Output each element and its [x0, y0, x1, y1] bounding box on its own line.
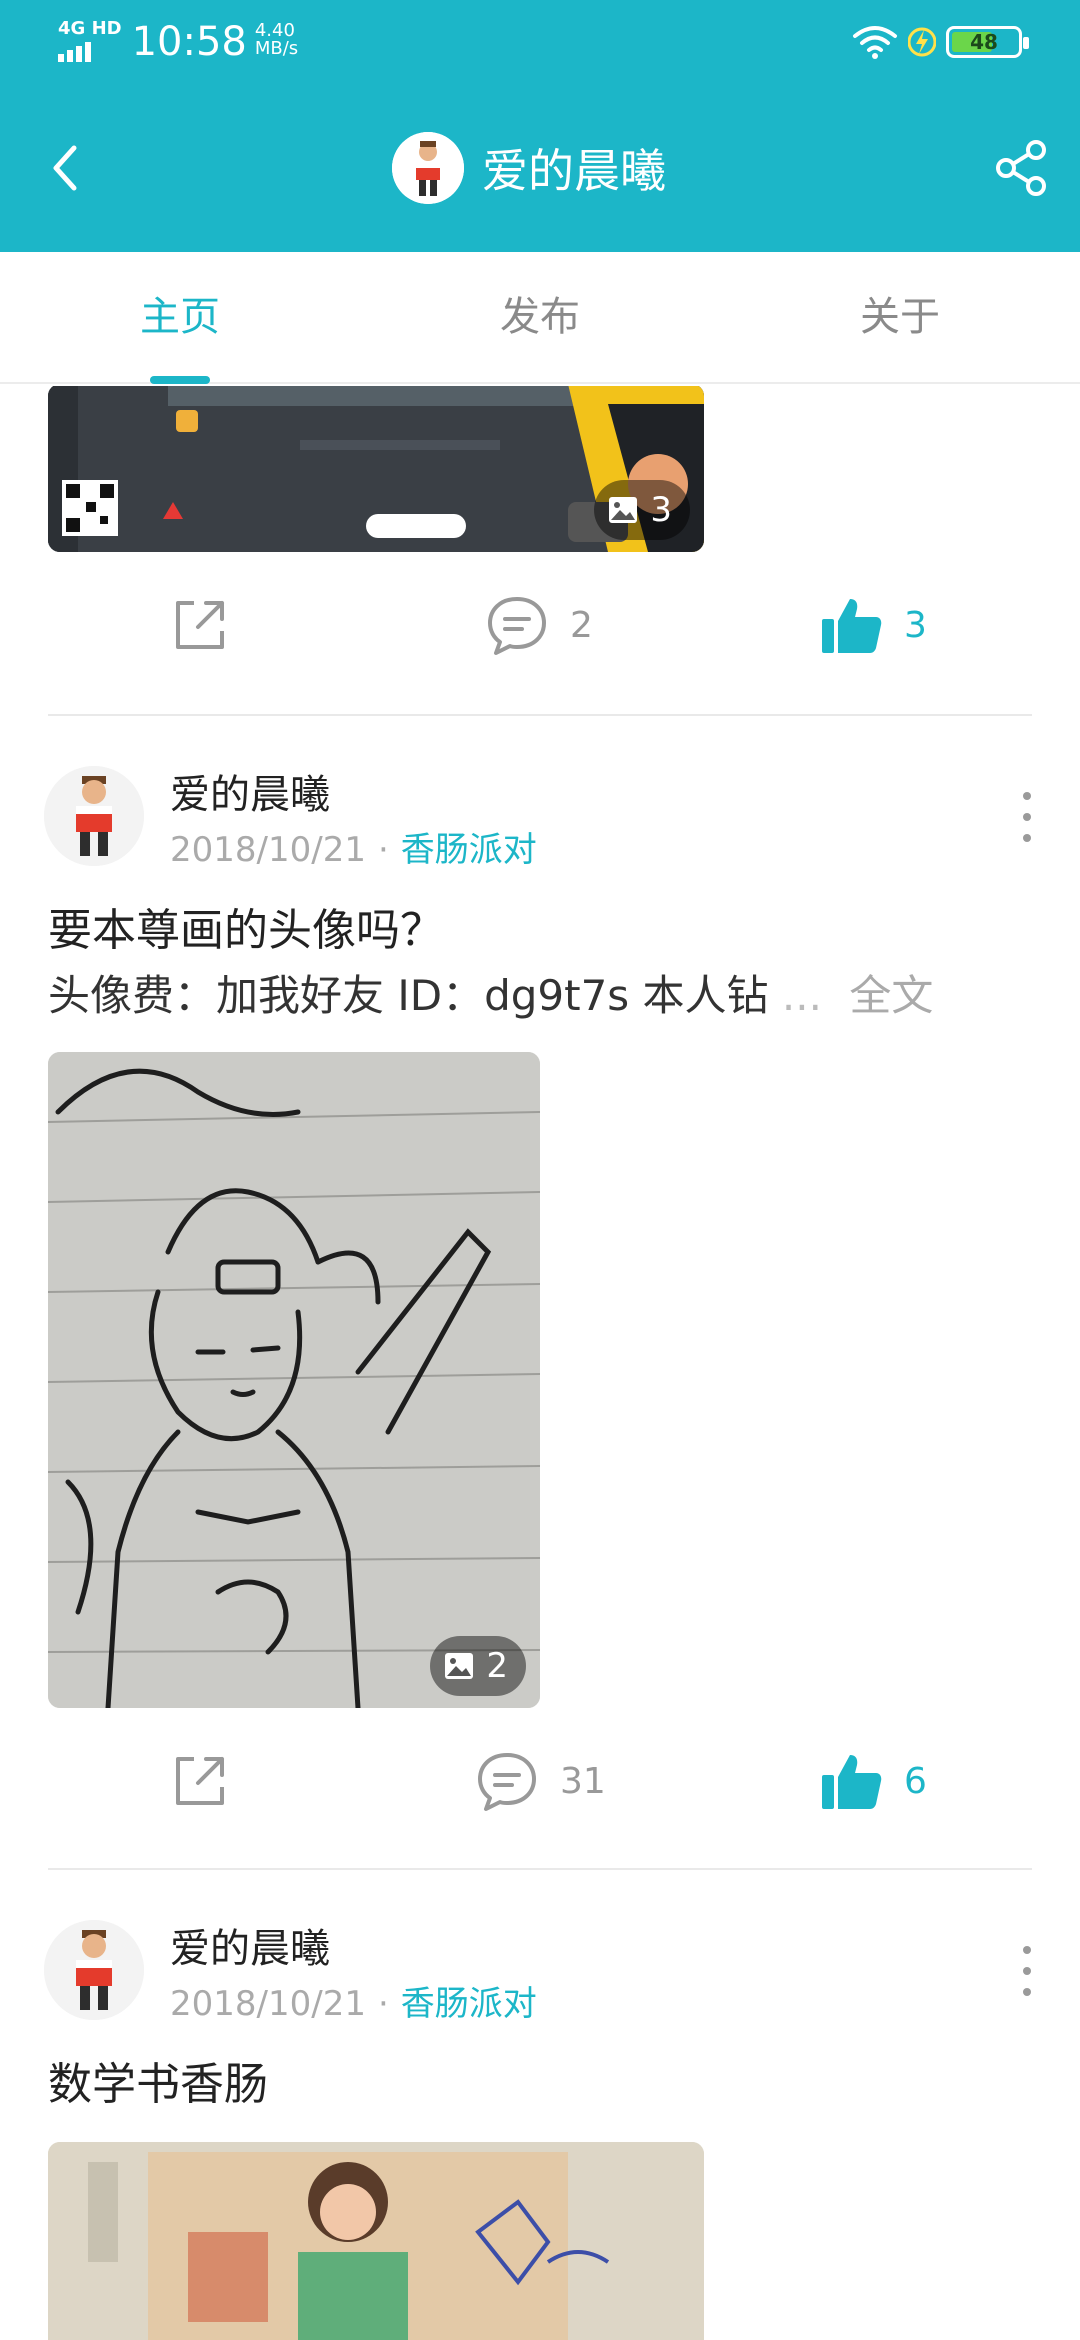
- author-avatar[interactable]: [44, 766, 144, 866]
- post-topic[interactable]: 香肠派对: [401, 830, 537, 870]
- read-full-link[interactable]: 全文: [849, 971, 933, 1020]
- post-image-textbook[interactable]: [48, 2142, 704, 2340]
- sketch-image: [48, 1052, 540, 1708]
- comment-button[interactable]: 2: [484, 580, 593, 670]
- post-image-game[interactable]: 3: [48, 386, 704, 552]
- post-body-text: 头像费：加我好友 ID：dg9t7s 本人钻: [48, 971, 769, 1020]
- network-speed: 4.40 MB/s: [255, 22, 298, 58]
- post-actions: 31 6: [0, 1736, 1080, 1826]
- post-topic[interactable]: 香肠派对: [401, 1984, 537, 2024]
- image-icon: [445, 1653, 474, 1679]
- like-count: 3: [904, 604, 927, 646]
- image-count-badge: 3: [594, 480, 690, 540]
- network-type: 4G HD: [58, 18, 122, 39]
- post-image-drawing[interactable]: 2: [48, 1052, 540, 1708]
- signal-indicator: 4G HD: [58, 18, 122, 62]
- back-icon[interactable]: [42, 140, 92, 196]
- comment-button[interactable]: 31: [474, 1736, 606, 1826]
- title-bar: 爱的晨曦: [0, 118, 1080, 218]
- app-header: 4G HD 10:58 4.40 MB/s 48 爱的晨曦: [0, 0, 1080, 252]
- author-avatar[interactable]: [44, 1920, 144, 2020]
- post-meta: 2018/10/21 · 香肠派对: [170, 830, 537, 870]
- tab-bar: 主页 发布 关于: [0, 252, 1080, 384]
- comment-count: 2: [570, 604, 593, 646]
- image-count: 2: [486, 1646, 508, 1686]
- forward-button[interactable]: [168, 1736, 232, 1826]
- share-out-icon: [176, 1757, 224, 1805]
- post-header: 爱的晨曦 2018/10/21 · 香肠派对: [0, 1920, 1080, 2040]
- status-time: 10:58: [131, 19, 247, 65]
- post-title: 要本尊画的头像吗？: [48, 905, 444, 956]
- author-name[interactable]: 爱的晨曦: [170, 1916, 330, 1974]
- like-button[interactable]: 6: [820, 1736, 927, 1826]
- post-header: 爱的晨曦 2018/10/21 · 香肠派对: [0, 766, 1080, 886]
- battery-icon: 48: [946, 26, 1029, 58]
- thumbs-up-icon: [822, 1755, 882, 1809]
- like-count: 6: [904, 1760, 927, 1802]
- page-title: 爱的晨曦: [482, 144, 666, 198]
- tab-about[interactable]: 关于: [720, 252, 1080, 382]
- post-divider: [48, 1868, 1032, 1870]
- post-meta: 2018/10/21 · 香肠派对: [170, 1984, 537, 2024]
- tab-home[interactable]: 主页: [0, 252, 360, 384]
- header-avatar: [392, 132, 464, 204]
- more-options-icon[interactable]: [1020, 792, 1034, 846]
- share-icon[interactable]: [992, 138, 1052, 198]
- share-out-icon: [176, 601, 224, 649]
- status-bar: 4G HD 10:58 4.40 MB/s 48: [0, 0, 1080, 90]
- tab-publish[interactable]: 发布: [360, 252, 720, 382]
- comment-icon: [478, 1753, 536, 1811]
- post-title: 数学书香肠: [48, 2059, 268, 2110]
- post-excerpt: 头像费：加我好友 ID：dg9t7s 本人钻 ... 全文: [48, 962, 933, 1023]
- image-count-badge: 2: [430, 1636, 526, 1696]
- ellipsis: ...: [781, 971, 822, 1020]
- more-options-icon[interactable]: [1020, 1946, 1034, 2000]
- signal-bars-icon: [58, 40, 122, 62]
- image-icon: [609, 497, 638, 523]
- battery-level: 48: [970, 30, 998, 54]
- network-speed-unit: MB/s: [254, 38, 299, 59]
- thumbs-up-icon: [822, 599, 882, 653]
- post-date: 2018/10/21: [170, 1984, 366, 2024]
- post-divider: [48, 714, 1032, 716]
- forward-button[interactable]: [168, 580, 232, 670]
- author-name[interactable]: 爱的晨曦: [170, 762, 330, 820]
- like-button[interactable]: 3: [820, 580, 927, 670]
- image-count: 3: [650, 490, 672, 530]
- post-actions: 2 3: [0, 580, 1080, 670]
- post-feed[interactable]: 3 2 3 爱的晨曦 2018/10/21 · 香肠派对 要本尊画的头像吗？ 头…: [0, 386, 1080, 2340]
- comment-icon: [488, 597, 546, 655]
- comment-count: 31: [560, 1760, 606, 1802]
- wifi-icon: [853, 26, 897, 59]
- textbook-photo-image: [48, 2142, 704, 2340]
- post-date: 2018/10/21: [170, 830, 366, 870]
- charging-icon: [908, 27, 936, 57]
